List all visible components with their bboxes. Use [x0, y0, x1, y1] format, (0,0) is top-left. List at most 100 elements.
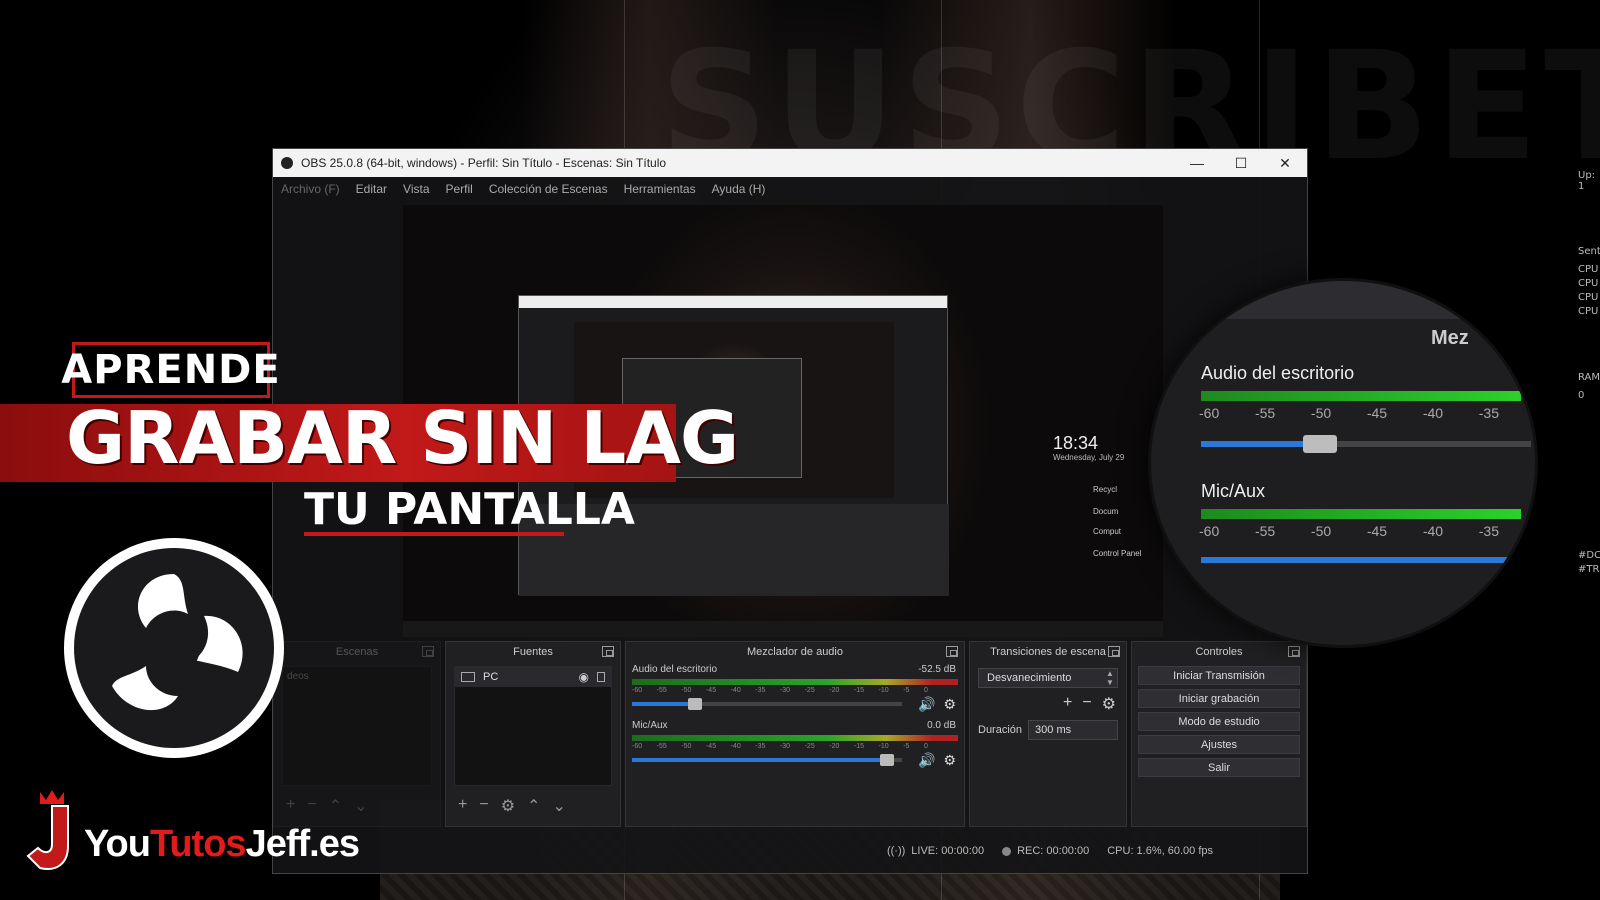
volume-slider[interactable]	[632, 754, 902, 766]
dock-header: Controles	[1132, 642, 1306, 662]
source-item[interactable]: PC ◉	[455, 667, 611, 687]
controls-dock: Controles Iniciar Transmisión Iniciar gr…	[1131, 641, 1307, 827]
headline-underline	[304, 532, 564, 536]
brand-text: YouTutosJeff.es	[84, 823, 360, 865]
magnifier-top-bar	[1151, 281, 1535, 319]
live-status: ((·)) LIVE: 00:00:00	[886, 845, 985, 857]
magnifier-channel-name: Mic/Aux	[1201, 481, 1266, 501]
start-recording-button[interactable]: Iniciar grabación	[1138, 689, 1300, 708]
add-icon[interactable]: +	[1063, 694, 1072, 714]
dock-title: Transiciones de escena	[990, 646, 1106, 658]
undock-icon[interactable]	[1288, 646, 1300, 657]
side-text: CPU	[1578, 264, 1599, 275]
headline-line2: GRABAR SIN LAG	[66, 396, 739, 480]
menu-vista[interactable]: Vista	[403, 182, 429, 196]
aprende-banner: APRENDE	[61, 342, 280, 398]
start-streaming-button[interactable]: Iniciar Transmisión	[1138, 666, 1300, 685]
scene-item[interactable]: deos	[283, 667, 431, 686]
dock-title: Escenas	[335, 646, 379, 658]
window-titlebar[interactable]: OBS 25.0.8 (64-bit, windows) - Perfil: S…	[273, 149, 1307, 177]
slider-knob[interactable]	[688, 698, 703, 710]
dock-header: Fuentes	[446, 642, 620, 662]
side-text: CPU	[1578, 278, 1599, 289]
desktop-item: Recycl	[1093, 485, 1118, 494]
mixer-magnifier: Mez Audio del escritorio -60 -55 -50 -45 -40…	[1148, 278, 1538, 648]
remove-icon[interactable]: −	[1082, 694, 1091, 714]
transitions-dock: Transiciones de escena Desvanecimiento ▲…	[969, 641, 1127, 827]
dock-header: Escenas	[274, 642, 440, 662]
undock-icon[interactable]	[1108, 646, 1120, 657]
magnifier-meter	[1201, 509, 1521, 519]
minimize-button[interactable]: —	[1175, 149, 1219, 177]
speaker-icon[interactable]: 🔊	[918, 696, 935, 713]
menu-coleccion-escenas[interactable]: Colección de Escenas	[489, 182, 608, 196]
volume-slider[interactable]	[632, 698, 902, 710]
side-text: RAM	[1578, 372, 1600, 383]
undock-icon[interactable]	[946, 646, 958, 657]
settings-button[interactable]: Ajustes	[1138, 735, 1300, 754]
meter-ticks: -60 -55 -50 -45 -40 -35 -30 -25 -20 -15 -10 -5 0	[632, 687, 928, 694]
headline-line3: TU PANTALLA	[304, 484, 635, 535]
duration-input[interactable]: 300 ms	[1028, 720, 1118, 740]
desktop-item: Docum	[1093, 507, 1119, 516]
up-icon[interactable]: ⌃	[527, 796, 540, 816]
dock-toolbar: + − ⚙ ⌃ ⌄	[458, 796, 566, 816]
side-text: Up: 1	[1578, 170, 1596, 192]
side-text: #DC	[1578, 550, 1600, 561]
menu-editar[interactable]: Editar	[356, 182, 387, 196]
channel-controls: 🔊 ⚙	[918, 696, 956, 713]
slider-knob[interactable]	[880, 754, 895, 766]
spinner-arrows-icon: ▲ ▼	[1106, 669, 1114, 687]
magnifier-slider-knob	[1302, 435, 1337, 453]
undock-icon[interactable]	[422, 646, 434, 657]
gear-icon[interactable]: ⚙	[1102, 694, 1116, 714]
desktop-date: Wednesday, July 29	[1053, 453, 1125, 462]
side-text: 0	[1578, 390, 1585, 401]
channel-name: Mic/Aux	[632, 720, 668, 731]
status-bar: ((·)) LIVE: 00:00:00 REC: 00:00:00 CPU: 1…	[273, 829, 1309, 873]
undock-icon[interactable]	[602, 646, 614, 657]
menu-herramientas[interactable]: Herramientas	[624, 182, 696, 196]
add-icon[interactable]: +	[458, 796, 467, 816]
dock-header: Mezclador de audio	[626, 642, 964, 662]
menu-bar: Archivo (F) Editar Vista Perfil Colecció…	[273, 177, 1307, 201]
desktop-taskbar	[403, 621, 1163, 637]
menu-ayuda[interactable]: Ayuda (H)	[712, 182, 766, 196]
audio-mixer-dock: Mezclador de audio Audio del escritorio …	[625, 641, 965, 827]
menu-perfil[interactable]: Perfil	[446, 182, 473, 196]
magnifier-slider	[1201, 441, 1531, 447]
exit-button[interactable]: Salir	[1138, 758, 1300, 777]
magnifier-channel-name: Audio del escritorio	[1201, 363, 1355, 383]
volume-meter	[632, 735, 958, 741]
magnifier-meter	[1201, 391, 1521, 401]
brand-j-icon	[26, 790, 69, 870]
maximize-button[interactable]: ☐	[1219, 149, 1263, 177]
channel-controls: 🔊 ⚙	[918, 752, 956, 769]
lock-icon[interactable]	[597, 672, 605, 682]
gear-icon[interactable]: ⚙	[943, 696, 956, 713]
close-button[interactable]: ✕	[1263, 149, 1307, 177]
side-text: CPU	[1578, 306, 1599, 317]
channel-name: Audio del escritorio	[632, 664, 718, 675]
headline-line1: APRENDE	[61, 347, 281, 393]
dock-title: Controles	[1195, 646, 1243, 658]
gear-icon[interactable]: ⚙	[501, 796, 515, 816]
nested-titlebar	[519, 296, 947, 308]
sources-list[interactable]: PC ◉	[454, 666, 612, 786]
studio-mode-button[interactable]: Modo de estudio	[1138, 712, 1300, 731]
duration-label: Duración	[978, 724, 1023, 736]
slider-fill	[632, 758, 894, 762]
dock-header: Transiciones de escena	[970, 642, 1126, 662]
magnifier-ticks: -60 -55 -50 -45 -40 -35	[1199, 523, 1499, 539]
gear-icon[interactable]: ⚙	[943, 752, 956, 769]
menu-archivo[interactable]: Archivo (F)	[281, 182, 340, 196]
speaker-icon[interactable]: 🔊	[918, 752, 935, 769]
channel-db: 0.0 dB	[927, 720, 956, 731]
eye-icon[interactable]: ◉	[579, 670, 589, 684]
down-icon[interactable]: ⌄	[552, 796, 565, 816]
transition-select[interactable]: Desvanecimiento ▲ ▼	[978, 668, 1118, 688]
volume-meter	[632, 679, 958, 685]
scenes-list[interactable]: deos	[282, 666, 432, 786]
side-text: Sent	[1578, 246, 1600, 257]
remove-icon[interactable]: −	[479, 796, 488, 816]
